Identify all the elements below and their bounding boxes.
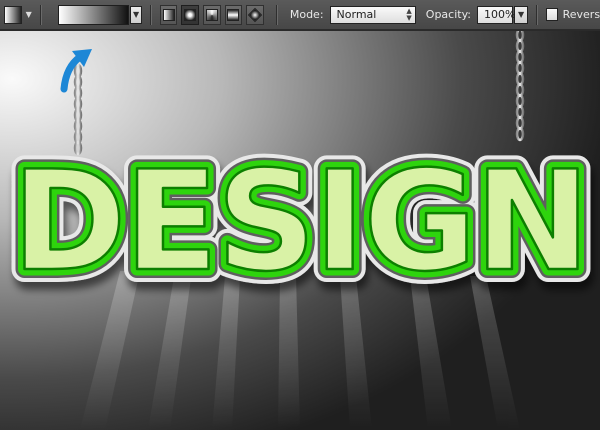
- divider: [275, 4, 278, 25]
- divider: [39, 4, 42, 25]
- design-title-text: DESIGN DESIGN DESIGN DESIGN: [0, 128, 600, 315]
- updown-icon: ▲ ▼: [406, 6, 412, 22]
- linear-gradient-icon: [162, 8, 175, 21]
- reverse-checkbox[interactable]: [546, 8, 558, 21]
- mode-value: Normal: [336, 8, 377, 21]
- divider: [149, 4, 152, 25]
- svg-text:DESIGN: DESIGN: [12, 141, 588, 302]
- mode-label: Mode:: [289, 8, 324, 21]
- reverse-label: Revers: [562, 8, 600, 21]
- options-bar: ▼ ▼ Mode: Normal ▲ ▼ Opacity: 100% ▼ Reve…: [0, 0, 600, 30]
- angle-gradient-button[interactable]: [203, 4, 221, 25]
- opacity-field[interactable]: 100%: [477, 5, 516, 24]
- reflected-gradient-icon: [227, 8, 240, 21]
- radial-gradient-button[interactable]: [181, 4, 199, 25]
- mode-select[interactable]: Normal ▲ ▼: [329, 5, 416, 24]
- gradient-dropdown-button[interactable]: ▼: [130, 5, 142, 24]
- diamond-gradient-icon: [247, 7, 263, 22]
- angle-gradient-icon: [205, 8, 218, 21]
- radial-gradient-icon: [184, 8, 197, 21]
- reflected-gradient-button[interactable]: [224, 4, 243, 25]
- gradient-tool-icon[interactable]: [4, 5, 22, 24]
- opacity-label: Opacity:: [425, 8, 471, 21]
- diamond-gradient-button[interactable]: [246, 4, 264, 25]
- document-canvas[interactable]: DESIGN DESIGN DESIGN DESIGN: [0, 31, 600, 430]
- opacity-dropdown-button[interactable]: ▼: [514, 5, 529, 24]
- opacity-value: 100%: [484, 8, 516, 21]
- chevron-down-icon[interactable]: ▼: [26, 10, 32, 19]
- linear-gradient-button[interactable]: [159, 4, 178, 25]
- gradient-preview[interactable]: [57, 4, 130, 25]
- divider: [536, 4, 539, 25]
